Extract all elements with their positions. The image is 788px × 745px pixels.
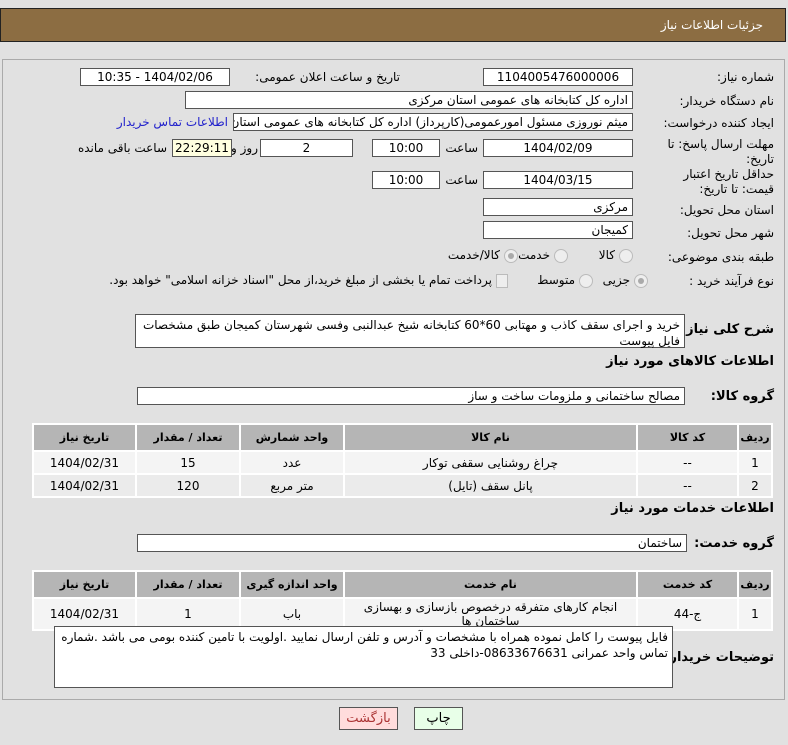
col-header: کد خدمت xyxy=(638,572,737,597)
cell: 1404/02/31 xyxy=(34,452,135,473)
back-button[interactable]: بازگشت xyxy=(339,707,398,730)
city-label: شهر محل تحویل: xyxy=(687,226,774,240)
buyer-notes-label: توضیحات خریدار: xyxy=(664,650,774,665)
category-service-radio[interactable]: خدمت xyxy=(518,248,568,263)
services-table: ردیف کد خدمت نام خدمت واحد اندازه گیری ت… xyxy=(32,570,773,631)
cell: -- xyxy=(638,452,737,473)
radio-icon xyxy=(554,248,568,263)
col-header: نام کالا xyxy=(345,425,636,450)
services-section-title: اطلاعات خدمات مورد نیاز xyxy=(611,501,774,516)
province-field[interactable]: مرکزی xyxy=(483,198,633,216)
print-button[interactable]: چاپ xyxy=(414,707,463,730)
creator-field[interactable]: میثم نوروزی مسئول امورعمومی(کارپرداز) اد… xyxy=(233,113,633,131)
radio-icon xyxy=(504,248,518,263)
need-number-label: شماره نیاز: xyxy=(717,70,774,84)
cell: 1 xyxy=(137,599,239,629)
description-label: شرح کلی نیاز: xyxy=(680,322,774,337)
col-header: کد کالا xyxy=(638,425,737,450)
deadline-label: مهلت ارسال پاسخ: تا تاریخ: xyxy=(667,137,774,166)
radio-icon xyxy=(579,273,593,288)
col-header: نام خدمت xyxy=(345,572,636,597)
cell: 1 xyxy=(739,452,771,473)
cell: متر مربع xyxy=(241,475,343,496)
process-minor-radio[interactable]: جزیی xyxy=(603,273,648,288)
cell: 2 xyxy=(739,475,771,496)
table-row: 2 -- پانل سقف (تایل) متر مربع 120 1404/02/31 xyxy=(34,475,771,496)
col-header: تاریخ نیاز xyxy=(34,425,135,450)
category-goods-radio[interactable]: کالا xyxy=(599,248,633,263)
treasury-payment-checkbox[interactable]: پرداخت تمام یا بخشی از مبلغ خرید،از محل … xyxy=(109,273,508,288)
creator-label: ایجاد کننده درخواست: xyxy=(663,116,774,130)
validity-date-field[interactable]: 1404/03/15 xyxy=(483,171,633,189)
cell: 15 xyxy=(137,452,239,473)
announce-field[interactable]: 1404/02/06 - 10:35 xyxy=(80,68,230,86)
cell: عدد xyxy=(241,452,343,473)
deadline-time-field[interactable]: 10:00 xyxy=(372,139,440,157)
buyer-label: نام دستگاه خریدار: xyxy=(679,94,775,108)
col-header: ردیف xyxy=(739,425,771,450)
col-header: واحد شمارش xyxy=(241,425,343,450)
service-group-label: گروه خدمت: xyxy=(694,536,774,551)
page-title: جزئیات اطلاعات نیاز xyxy=(660,18,763,32)
col-header: تعداد / مقدار xyxy=(137,572,239,597)
validity-time-field[interactable]: 10:00 xyxy=(372,171,440,189)
city-field[interactable]: کمیجان xyxy=(483,221,633,239)
deadline-date-field[interactable]: 1404/02/09 xyxy=(483,139,633,157)
goods-section-title: اطلاعات کالاهای مورد نیاز xyxy=(606,354,774,369)
page-header: جزئیات اطلاعات نیاز xyxy=(0,8,786,42)
days-field[interactable]: 2 xyxy=(260,139,353,157)
announce-label: تاریخ و ساعت اعلان عمومی: xyxy=(255,70,400,84)
contact-buyer-link[interactable]: اطلاعات تماس خریدار xyxy=(117,115,228,129)
deadline-time-label: ساعت xyxy=(445,141,478,155)
cell: 1 xyxy=(739,599,771,629)
table-row: 1 -- چراغ روشنایی سقفی توکار عدد 15 1404/02/3… xyxy=(34,452,771,473)
table-header: ردیف کد خدمت نام خدمت واحد اندازه گیری ت… xyxy=(34,572,771,597)
process-label: نوع فرآیند خرید : xyxy=(689,274,774,288)
cell: -- xyxy=(638,475,737,496)
cell: باب xyxy=(241,599,343,629)
validity-label: حداقل تاریخ اعتبار قیمت: تا تاریخ: xyxy=(683,167,774,196)
goods-group-label: گروه کالا: xyxy=(710,389,774,404)
buyer-notes-textarea[interactable]: فایل پیوست را کامل نموده همراه با مشخصات… xyxy=(54,626,673,688)
col-header: تعداد / مقدار xyxy=(137,425,239,450)
category-goods-service-radio[interactable]: کالا/خدمت xyxy=(448,248,518,263)
service-group-field[interactable]: ساختمان xyxy=(137,534,687,552)
col-header: ردیف xyxy=(739,572,771,597)
cell: 1404/02/31 xyxy=(34,599,135,629)
radio-icon xyxy=(619,248,633,263)
radio-icon xyxy=(634,273,648,288)
col-header: واحد اندازه گیری xyxy=(241,572,343,597)
col-header: تاریخ نیاز xyxy=(34,572,135,597)
remaining-label: ساعت باقی مانده xyxy=(77,141,167,155)
description-textarea[interactable]: خرید و اجرای سقف کاذب و مهتابی 60*60 کتا… xyxy=(135,314,685,348)
buyer-field[interactable]: اداره کل کتابخانه های عمومی استان مرکزی xyxy=(185,91,633,109)
table-header: ردیف کد کالا نام کالا واحد شمارش تعداد /… xyxy=(34,425,771,450)
checkbox-icon xyxy=(496,273,508,288)
cell: 1404/02/31 xyxy=(34,475,135,496)
goods-group-field[interactable]: مصالح ساختمانی و ملزومات ساخت و ساز xyxy=(137,387,685,405)
process-medium-radio[interactable]: متوسط xyxy=(537,273,593,288)
table-row: 1 ج-44 انجام کارهای متفرقه درخصوص بازسازی … xyxy=(34,599,771,629)
cell: ج-44 xyxy=(638,599,737,629)
province-label: استان محل تحویل: xyxy=(679,203,774,217)
cell: 120 xyxy=(137,475,239,496)
category-label: طبقه بندی موضوعی: xyxy=(667,250,774,264)
goods-table: ردیف کد کالا نام کالا واحد شمارش تعداد /… xyxy=(32,423,773,498)
need-number-field[interactable]: 1104005476000006 xyxy=(483,68,633,86)
days-label: روز و xyxy=(231,141,258,155)
cell: انجام کارهای متفرقه درخصوص بازسازی و بهس… xyxy=(345,599,636,629)
cell: چراغ روشنایی سقفی توکار xyxy=(345,452,636,473)
cell: پانل سقف (تایل) xyxy=(345,475,636,496)
validity-time-label: ساعت xyxy=(445,173,478,187)
remaining-time-field: 22:29:11 xyxy=(172,139,232,157)
